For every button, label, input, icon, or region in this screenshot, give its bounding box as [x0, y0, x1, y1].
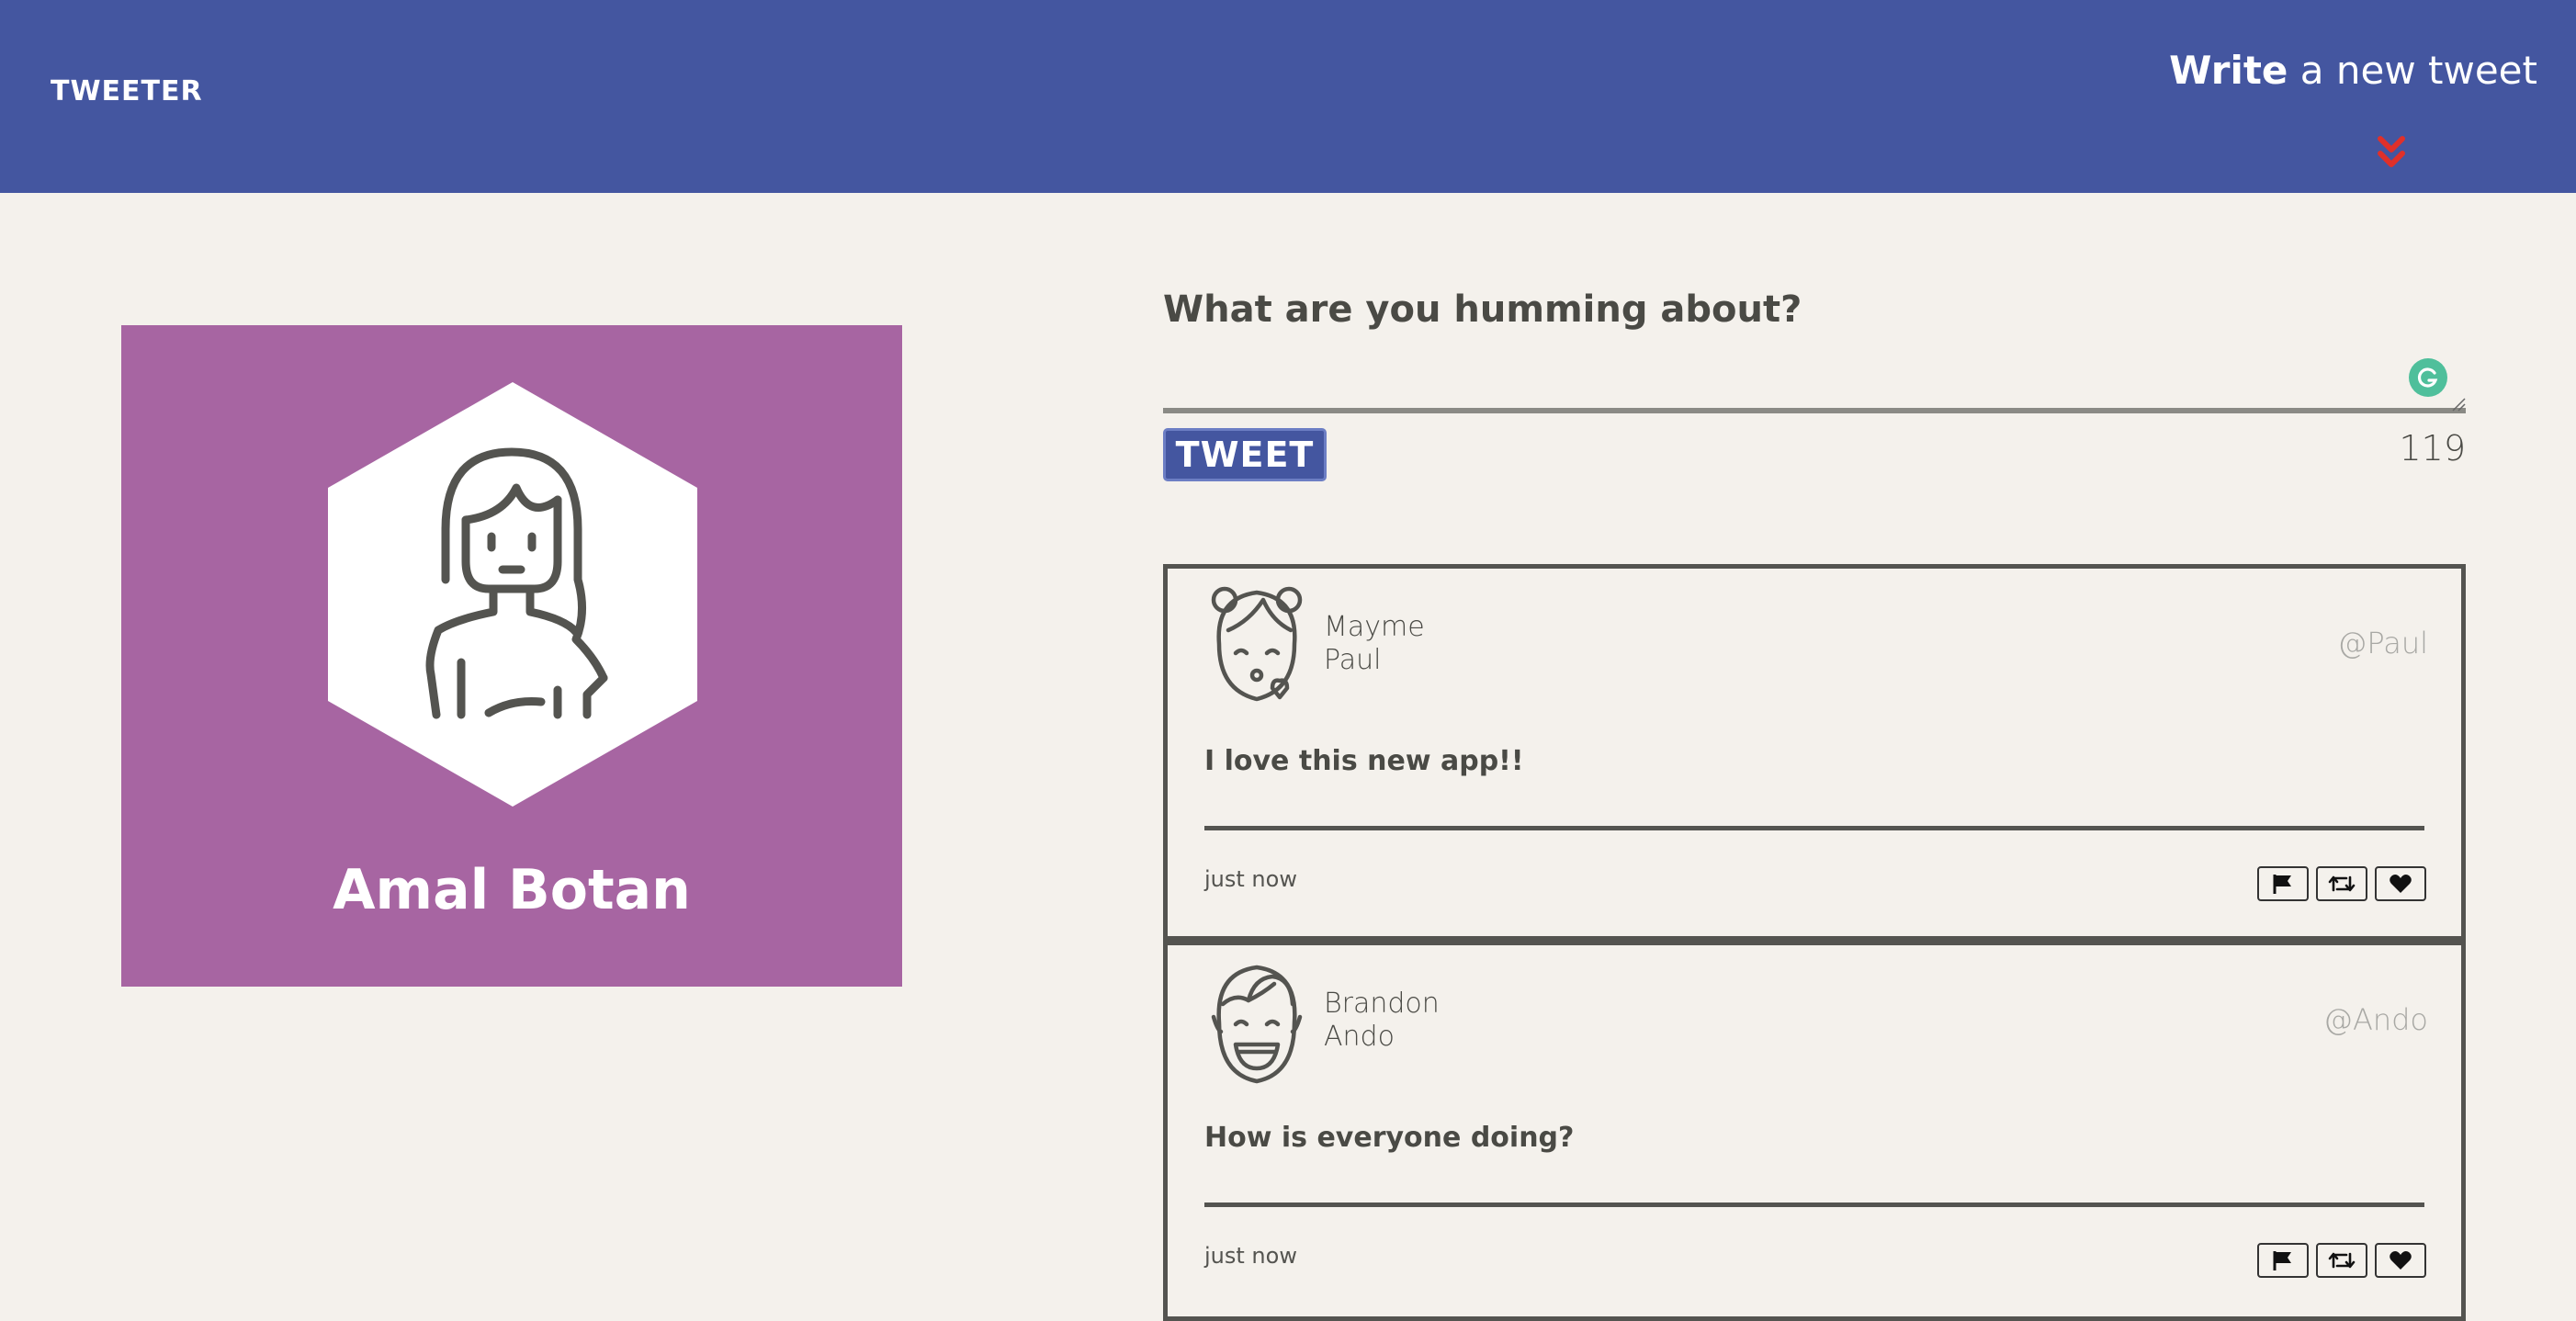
flag-button[interactable]	[2257, 1243, 2309, 1278]
tweet-divider	[1204, 826, 2424, 830]
profile-card: Amal Botan	[121, 325, 902, 987]
write-new-tweet-toggle[interactable]: Write a new tweet	[2169, 48, 2537, 93]
flag-icon	[2273, 875, 2291, 894]
tweet-author-name: Brandon Ando	[1324, 988, 1440, 1054]
author-last-name: Ando	[1324, 1021, 1395, 1053]
tweet-author-name: Mayme Paul	[1324, 611, 1425, 677]
compose-toggle-bold: Write	[2169, 48, 2288, 93]
tweet-actions	[2257, 866, 2426, 901]
tweet-card: Mayme Paul @Paul I love this new app!! j…	[1163, 564, 2466, 941]
tweet-timestamp: just now	[1204, 866, 1297, 892]
tweet-body: I love this new app!!	[1204, 745, 1524, 777]
retweet-icon	[2328, 875, 2356, 892]
tweet-text-input[interactable]	[1163, 349, 2466, 413]
tweet-actions	[2257, 1243, 2426, 1278]
compose-toggle-rest: a new tweet	[2288, 48, 2537, 93]
compose-label: What are you humming about?	[1163, 288, 1802, 331]
character-counter: 119	[2399, 428, 2466, 469]
flag-icon	[2273, 1251, 2291, 1270]
tweet-divider	[1204, 1202, 2424, 1207]
girl-avatar-icon	[328, 382, 697, 807]
heart-icon	[2390, 875, 2412, 893]
tweet-timestamp: just now	[1204, 1243, 1297, 1269]
kissing-face-avatar-icon	[1211, 586, 1303, 702]
retweet-button[interactable]	[2316, 866, 2367, 901]
author-first-name: Brandon	[1324, 988, 1440, 1020]
resize-grip-icon[interactable]	[2451, 397, 2466, 412]
retweet-button[interactable]	[2316, 1243, 2367, 1278]
grammarly-icon[interactable]	[2409, 358, 2447, 397]
tweet-body: How is everyone doing?	[1204, 1122, 1575, 1154]
like-button[interactable]	[2375, 1243, 2426, 1278]
heart-icon	[2390, 1251, 2412, 1270]
tweet-author-handle[interactable]: @Paul	[2337, 626, 2428, 660]
like-button[interactable]	[2375, 866, 2426, 901]
brand-logo[interactable]: TWEETER	[51, 75, 203, 107]
tweet-card: Brandon Ando @Ando How is everyone doing…	[1163, 941, 2466, 1321]
flag-button[interactable]	[2257, 866, 2309, 901]
author-first-name: Mayme	[1324, 611, 1425, 643]
profile-name: Amal Botan	[333, 858, 691, 922]
top-nav: TWEETER Write a new tweet	[0, 0, 2576, 193]
tweet-submit-button[interactable]: TWEET	[1163, 428, 1327, 481]
tweet-author-handle[interactable]: @Ando	[2323, 1002, 2428, 1037]
author-last-name: Paul	[1324, 644, 1382, 676]
retweet-icon	[2328, 1252, 2356, 1269]
chevron-double-down-icon[interactable]	[2375, 133, 2408, 174]
laughing-face-avatar-icon	[1211, 965, 1303, 1084]
